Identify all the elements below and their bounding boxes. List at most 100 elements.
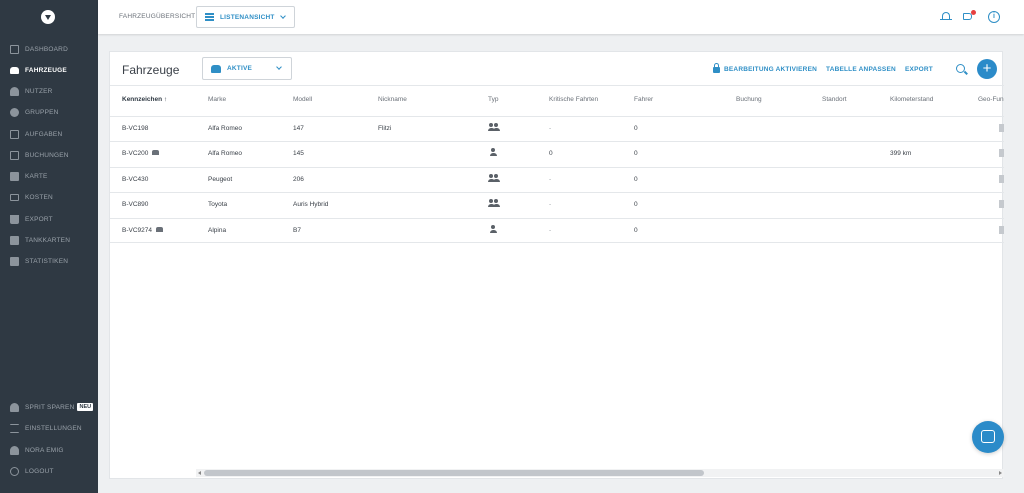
car-icon — [156, 227, 163, 232]
horizontal-scrollbar[interactable] — [196, 469, 1004, 477]
column-header-buchung[interactable]: Buchung — [736, 96, 762, 103]
sidebar-item-gruppen[interactable]: GRUPPEN — [0, 102, 98, 122]
critical-trips-cell: - — [549, 176, 552, 183]
car-icon — [10, 66, 19, 74]
brand-cell: Toyota — [208, 201, 228, 208]
driver-cell: 0 — [634, 150, 638, 157]
user-icon — [488, 225, 500, 235]
vehicles-card: Fahrzeuge AKTIVE BEARBEITUNG AKTIVIEREN … — [109, 51, 1004, 479]
page-title: Fahrzeuge — [122, 63, 180, 77]
logo[interactable] — [41, 10, 55, 24]
tasks-icon — [10, 129, 19, 139]
drag-handle[interactable] — [999, 124, 1004, 132]
plate-cell: B-VC200 — [122, 150, 160, 157]
sidebar-item-buchungen[interactable]: BUCHUNGEN — [0, 145, 98, 165]
column-header-geo-fun[interactable]: Geo-Fun — [978, 96, 1004, 103]
column-header-kilometerstand[interactable]: Kilometerstand — [890, 96, 933, 103]
drag-handle[interactable] — [999, 200, 1004, 208]
plate-cell: B-VC890 — [122, 201, 149, 208]
brand-cell: Alfa Romeo — [208, 150, 242, 157]
driver-cell: 0 — [634, 125, 638, 132]
sidebar-item-tankkarten[interactable]: TANKKARTEN — [0, 230, 98, 250]
user-icon — [10, 402, 19, 412]
model-cell: 147 — [293, 125, 304, 132]
column-header-modell[interactable]: Modell — [293, 96, 312, 103]
status-filter-dropdown[interactable]: AKTIVE — [202, 57, 292, 80]
sidebar-item-kosten[interactable]: KOSTEN — [0, 187, 98, 207]
model-cell: B7 — [293, 227, 301, 234]
lock-icon — [713, 62, 720, 73]
sidebar-item-karte[interactable]: KARTE — [0, 166, 98, 186]
sidebar-item-einstellungen[interactable]: EINSTELLUNGEN — [0, 418, 98, 438]
column-header-kritische-fahrten[interactable]: Kritische Fahrten — [549, 96, 598, 103]
brand-cell: Peugeot — [208, 176, 233, 183]
user-icon — [10, 445, 19, 455]
bell-icon[interactable] — [940, 11, 952, 23]
column-header-fahrer[interactable]: Fahrer — [634, 96, 653, 103]
column-header-typ[interactable]: Typ — [488, 96, 498, 103]
car-icon — [211, 64, 221, 73]
download-icon — [10, 214, 19, 224]
chart-icon — [10, 256, 19, 266]
info-icon[interactable]: i — [988, 11, 1000, 23]
sidebar: DASHBOARD FAHRZEUGE NUTZER GRUPPEN AUFGA… — [0, 0, 98, 493]
chevron-down-icon — [276, 64, 282, 70]
model-cell: 145 — [293, 150, 304, 157]
brand-cell: Alpina — [208, 227, 227, 234]
critical-trips-cell: - — [549, 125, 552, 132]
sidebar-item-dashboard[interactable]: DASHBOARD — [0, 39, 98, 59]
add-vehicle-button[interactable]: + — [977, 59, 997, 79]
sidebar-item-export[interactable]: EXPORT — [0, 209, 98, 229]
group-icon — [488, 174, 500, 184]
list-icon — [205, 13, 214, 21]
breadcrumb: FAHRZEUGÜBERSICHT — [119, 13, 196, 20]
column-header-marke[interactable]: Marke — [208, 96, 226, 103]
driver-cell: 0 — [634, 176, 638, 183]
driver-cell: 0 — [634, 201, 638, 208]
scrollbar-thumb[interactable] — [204, 470, 704, 476]
critical-trips-cell: 0 — [549, 150, 553, 157]
plate-cell: B-VC430 — [122, 176, 149, 183]
plate-cell: B-VC9274 — [122, 227, 163, 234]
sidebar-item-statistiken[interactable]: STATISTIKEN — [0, 251, 98, 271]
notification-dot — [971, 10, 976, 15]
sidebar-item-fahrzeuge[interactable]: FAHRZEUGE — [0, 60, 98, 80]
column-header-nickname[interactable]: Nickname — [378, 96, 407, 103]
driver-cell: 0 — [634, 227, 638, 234]
top-bar: FAHRZEUGÜBERSICHT LISTENANSICHT i — [98, 0, 1024, 34]
table-row[interactable]: B-VC9274 Alpina B7 - 0 — [110, 218, 1004, 243]
enable-editing-button[interactable]: BEARBEITUNG AKTIVIEREN — [713, 62, 817, 73]
chat-launcher-button[interactable] — [972, 421, 1004, 453]
table-row[interactable]: B-VC890 Toyota Auris Hybrid - 0 — [110, 192, 1004, 217]
sidebar-item-user-profile[interactable]: NORA EMIG — [0, 440, 98, 460]
sidebar-item-sprit-sparen[interactable]: SPRIT SPAREN NEU — [0, 397, 98, 417]
group-icon — [488, 123, 500, 133]
search-icon[interactable] — [956, 64, 965, 73]
critical-trips-cell: - — [549, 201, 552, 208]
user-icon — [10, 86, 19, 96]
column-header-kennzeichen[interactable]: Kennzeichen ↑ — [122, 96, 167, 103]
nickname-cell: Flitzi — [378, 125, 392, 132]
drag-handle[interactable] — [999, 149, 1004, 157]
sidebar-item-nutzer[interactable]: NUTZER — [0, 81, 98, 101]
divider — [110, 85, 1004, 86]
customize-table-button[interactable]: TABELLE ANPASSEN — [826, 66, 896, 73]
chat-icon — [981, 430, 995, 443]
table-row[interactable]: B-VC198 Alfa Romeo 147 Flitzi - 0 — [110, 116, 1004, 141]
chevron-down-icon — [280, 13, 286, 19]
sidebar-item-logout[interactable]: LOGOUT — [0, 461, 98, 481]
view-select-dropdown[interactable]: LISTENANSICHT — [196, 6, 295, 28]
scroll-right-icon[interactable] — [999, 471, 1002, 475]
megaphone-icon[interactable] — [962, 10, 976, 23]
scroll-left-icon[interactable] — [198, 471, 201, 475]
power-icon — [10, 466, 19, 476]
drag-handle[interactable] — [999, 175, 1004, 183]
sidebar-item-aufgaben[interactable]: AUFGABEN — [0, 124, 98, 144]
table-row[interactable]: B-VC430 Peugeot 206 - 0 — [110, 167, 1004, 192]
plate-cell: B-VC198 — [122, 125, 149, 132]
table-row[interactable]: B-VC200 Alfa Romeo 145 0 0 399 km — [110, 141, 1004, 166]
column-header-standort[interactable]: Standort — [822, 96, 847, 103]
export-button[interactable]: EXPORT — [905, 66, 933, 73]
drag-handle[interactable] — [999, 226, 1004, 234]
critical-trips-cell: - — [549, 227, 552, 234]
